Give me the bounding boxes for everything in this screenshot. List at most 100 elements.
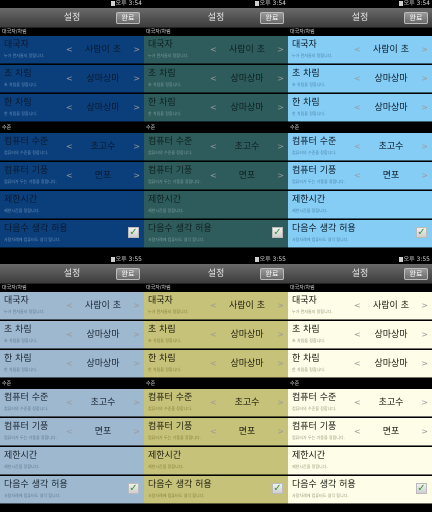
chevron-left-icon[interactable]: < <box>210 397 217 409</box>
chevron-right-icon[interactable]: > <box>277 141 284 153</box>
setting-row-opponent[interactable]: 대국자 누가 먼저둘지 정합니다. < 사람이 초 > <box>0 36 144 64</box>
chevron-right-icon[interactable]: > <box>421 141 428 153</box>
chevron-left-icon[interactable]: < <box>210 102 217 114</box>
chevron-right-icon[interactable]: > <box>133 300 140 312</box>
chevron-right-icon[interactable]: > <box>133 73 140 85</box>
setting-row-comp_level[interactable]: 컴퓨터 수준 컴퓨터의 수준을 정합니다. < 초고수 > <box>288 133 432 161</box>
chevron-right-icon[interactable]: > <box>421 426 428 438</box>
chevron-left-icon[interactable]: < <box>66 44 73 56</box>
chevron-left-icon[interactable]: < <box>66 329 73 341</box>
setting-row-time_limit[interactable]: 제한시간 제한시간을 정합니다. <box>288 447 432 475</box>
setting-row-cho_setup[interactable]: 초 차림 초 차림을 정합니다. < 상마상마 > <box>144 321 288 349</box>
value-selector[interactable]: < 상마상마 > <box>354 358 428 370</box>
value-selector[interactable]: < 상마상마 > <box>210 358 284 370</box>
done-button[interactable]: 완료 <box>404 268 428 280</box>
chevron-right-icon[interactable]: > <box>421 358 428 370</box>
chevron-right-icon[interactable]: > <box>421 73 428 85</box>
value-selector[interactable]: < 사람이 초 > <box>66 44 140 56</box>
chevron-right-icon[interactable]: > <box>277 300 284 312</box>
allow-thinking-checkbox[interactable]: ✓ <box>272 227 283 238</box>
setting-row-next_move[interactable]: 다음수 생각 허용 사람차례에 컴퓨터도 생각 합니다. ✓ <box>144 220 288 248</box>
chevron-left-icon[interactable]: < <box>210 300 217 312</box>
value-selector[interactable]: < 사람이 초 > <box>210 300 284 312</box>
chevron-left-icon[interactable]: < <box>66 397 73 409</box>
value-selector[interactable]: < 상마상마 > <box>66 358 140 370</box>
done-button[interactable]: 완료 <box>260 268 284 280</box>
allow-thinking-checkbox[interactable]: ✓ <box>416 483 427 494</box>
setting-row-time_limit[interactable]: 제한시간 제한시간을 정합니다. <box>288 191 432 219</box>
setting-row-cho_setup[interactable]: 초 차림 초 차림을 정합니다. < 상마상마 > <box>0 65 144 93</box>
setting-row-comp_level[interactable]: 컴퓨터 수준 컴퓨터의 수준을 정합니다. < 초고수 > <box>144 133 288 161</box>
done-button[interactable]: 완료 <box>116 268 140 280</box>
value-selector[interactable]: < 초고수 > <box>66 397 140 409</box>
chevron-right-icon[interactable]: > <box>133 102 140 114</box>
setting-row-han_setup[interactable]: 한 차림 한 차림을 정합니다. < 상마상마 > <box>0 350 144 378</box>
chevron-right-icon[interactable]: > <box>277 73 284 85</box>
chevron-left-icon[interactable]: < <box>210 44 217 56</box>
chevron-right-icon[interactable]: > <box>421 329 428 341</box>
value-selector[interactable]: < 초고수 > <box>66 141 140 153</box>
setting-row-opponent[interactable]: 대국자 누가 먼저둘지 정합니다. < 사람이 초 > <box>0 292 144 320</box>
value-selector[interactable]: < 면포 > <box>210 170 284 182</box>
chevron-left-icon[interactable]: < <box>66 170 73 182</box>
setting-row-opponent[interactable]: 대국자 누가 먼저둘지 정합니다. < 사람이 초 > <box>144 292 288 320</box>
allow-thinking-checkbox[interactable]: ✓ <box>272 483 283 494</box>
allow-thinking-checkbox[interactable]: ✓ <box>128 227 139 238</box>
chevron-left-icon[interactable]: < <box>354 426 361 438</box>
chevron-right-icon[interactable]: > <box>133 141 140 153</box>
chevron-right-icon[interactable]: > <box>133 44 140 56</box>
chevron-left-icon[interactable]: < <box>354 358 361 370</box>
chevron-right-icon[interactable]: > <box>133 397 140 409</box>
setting-row-time_limit[interactable]: 제한시간 제한시간을 정합니다. <box>0 447 144 475</box>
chevron-right-icon[interactable]: > <box>277 44 284 56</box>
chevron-right-icon[interactable]: > <box>277 426 284 438</box>
setting-row-han_setup[interactable]: 한 차림 한 차림을 정합니다. < 상마상마 > <box>288 350 432 378</box>
chevron-left-icon[interactable]: < <box>66 102 73 114</box>
value-selector[interactable]: < 면포 > <box>66 426 140 438</box>
setting-row-opponent[interactable]: 대국자 누가 먼저둘지 정합니다. < 사람이 초 > <box>288 36 432 64</box>
done-button[interactable]: 완료 <box>260 12 284 24</box>
value-selector[interactable]: < 상마상마 > <box>66 102 140 114</box>
chevron-right-icon[interactable]: > <box>277 358 284 370</box>
chevron-left-icon[interactable]: < <box>210 426 217 438</box>
chevron-right-icon[interactable]: > <box>421 170 428 182</box>
chevron-left-icon[interactable]: < <box>354 170 361 182</box>
value-selector[interactable]: < 상마상마 > <box>66 73 140 85</box>
chevron-right-icon[interactable]: > <box>421 44 428 56</box>
chevron-left-icon[interactable]: < <box>66 141 73 153</box>
value-selector[interactable]: < 상마상마 > <box>210 102 284 114</box>
chevron-left-icon[interactable]: < <box>66 73 73 85</box>
value-selector[interactable]: < 사람이 초 > <box>210 44 284 56</box>
setting-row-time_limit[interactable]: 제한시간 제한시간을 정합니다. <box>144 447 288 475</box>
setting-row-comp_style[interactable]: 컴퓨터 기풍 컴퓨터가 두는 기풍을 정합니다. < 면포 > <box>288 162 432 190</box>
setting-row-opponent[interactable]: 대국자 누가 먼저둘지 정합니다. < 사람이 초 > <box>144 36 288 64</box>
chevron-left-icon[interactable]: < <box>210 329 217 341</box>
chevron-left-icon[interactable]: < <box>354 329 361 341</box>
setting-row-comp_level[interactable]: 컴퓨터 수준 컴퓨터의 수준을 정합니다. < 초고수 > <box>288 389 432 417</box>
setting-row-cho_setup[interactable]: 초 차림 초 차림을 정합니다. < 상마상마 > <box>0 321 144 349</box>
chevron-right-icon[interactable]: > <box>133 358 140 370</box>
chevron-right-icon[interactable]: > <box>277 102 284 114</box>
chevron-right-icon[interactable]: > <box>277 329 284 341</box>
allow-thinking-checkbox[interactable]: ✓ <box>416 227 427 238</box>
value-selector[interactable]: < 면포 > <box>210 426 284 438</box>
chevron-right-icon[interactable]: > <box>421 102 428 114</box>
setting-row-next_move[interactable]: 다음수 생각 허용 사람차례에 컴퓨터도 생각 합니다. ✓ <box>0 476 144 504</box>
chevron-left-icon[interactable]: < <box>354 44 361 56</box>
value-selector[interactable]: < 상마상마 > <box>210 329 284 341</box>
setting-row-next_move[interactable]: 다음수 생각 허용 사람차례에 컴퓨터도 생각 합니다. ✓ <box>288 220 432 248</box>
setting-row-comp_level[interactable]: 컴퓨터 수준 컴퓨터의 수준을 정합니다. < 초고수 > <box>0 133 144 161</box>
setting-row-opponent[interactable]: 대국자 누가 먼저둘지 정합니다. < 사람이 초 > <box>288 292 432 320</box>
value-selector[interactable]: < 사람이 초 > <box>66 300 140 312</box>
value-selector[interactable]: < 상마상마 > <box>354 329 428 341</box>
chevron-left-icon[interactable]: < <box>210 141 217 153</box>
value-selector[interactable]: < 초고수 > <box>210 397 284 409</box>
setting-row-comp_style[interactable]: 컴퓨터 기풍 컴퓨터가 두는 기풍을 정합니다. < 면포 > <box>0 162 144 190</box>
value-selector[interactable]: < 사람이 초 > <box>354 44 428 56</box>
setting-row-han_setup[interactable]: 한 차림 한 차림을 정합니다. < 상마상마 > <box>144 94 288 122</box>
chevron-right-icon[interactable]: > <box>277 397 284 409</box>
value-selector[interactable]: < 상마상마 > <box>210 73 284 85</box>
setting-row-comp_style[interactable]: 컴퓨터 기풍 컴퓨터가 두는 기풍을 정합니다. < 면포 > <box>288 418 432 446</box>
done-button[interactable]: 완료 <box>116 12 140 24</box>
setting-row-comp_level[interactable]: 컴퓨터 수준 컴퓨터의 수준을 정합니다. < 초고수 > <box>144 389 288 417</box>
